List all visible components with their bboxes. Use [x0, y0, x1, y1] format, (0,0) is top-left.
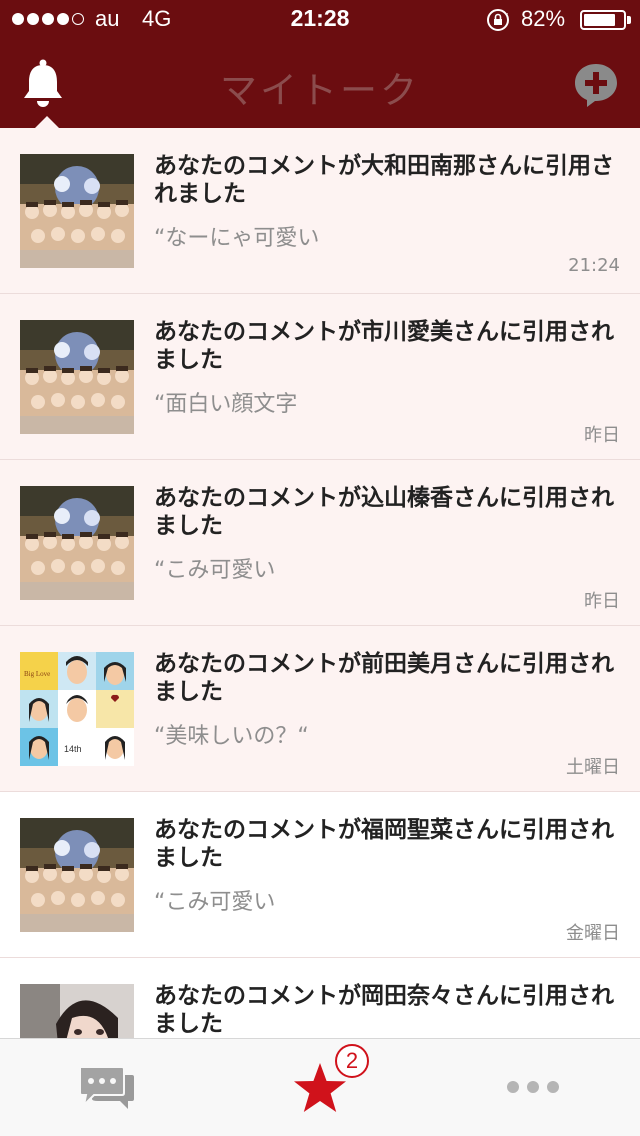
more-dots-icon	[507, 1081, 559, 1093]
notification-time: 金曜日	[566, 923, 620, 944]
notification-title: あなたのコメントが市川愛美さんに引用されました	[154, 319, 614, 373]
notification-row[interactable]: あなたのコメントが岡田奈々さんに引用されました	[0, 958, 640, 1038]
svg-text:14th: 14th	[64, 744, 82, 754]
notification-title: あなたのコメントが福岡聖菜さんに引用されました	[154, 817, 614, 871]
status-bar: au 4G 21:28 82%	[0, 0, 640, 40]
group-photo-thumbnail	[20, 154, 134, 268]
notification-row[interactable]: あなたのコメントが市川愛美さんに引用されました “面白い顔文字 昨日	[0, 294, 640, 460]
tab-more[interactable]	[426, 1039, 639, 1136]
battery-tip	[627, 16, 631, 24]
notification-quote: “美味しいの？“	[154, 724, 309, 749]
notification-badge: 2	[335, 1044, 369, 1078]
tab-chat[interactable]	[0, 1039, 213, 1136]
svg-text:Big Love: Big Love	[24, 670, 50, 678]
rotation-lock-icon	[487, 9, 509, 31]
notification-title: あなたのコメントが大和田南那さんに引用されました	[154, 153, 614, 207]
notification-list[interactable]: あなたのコメントが大和田南那さんに引用されました “なーにゃ可愛い 21:24	[0, 128, 640, 1038]
tab-favorites[interactable]: 2	[213, 1039, 426, 1136]
notification-time: 昨日	[584, 591, 620, 612]
group-photo-thumbnail	[20, 320, 134, 434]
notification-title: あなたのコメントが前田美月さんに引用されました	[154, 651, 614, 705]
chat-bubbles-icon	[79, 1066, 134, 1109]
group-photo-thumbnail	[20, 818, 134, 932]
page-title: マイトーク	[220, 69, 420, 112]
header-bar: au 4G 21:28 82% マイトーク	[0, 0, 640, 128]
selected-pointer	[35, 116, 59, 128]
avatar-collage-thumbnail: 14th Big Love	[20, 652, 134, 766]
notification-time: 土曜日	[566, 757, 620, 778]
notification-quote: “面白い顔文字	[154, 392, 298, 417]
notification-row[interactable]: あなたのコメントが大和田南那さんに引用されました “なーにゃ可愛い 21:24	[0, 128, 640, 294]
notification-quote: “なーにゃ可愛い	[154, 226, 320, 251]
notification-row[interactable]: 14th Big Love あなたのコメントが前田美月さんに引用されました “美…	[0, 626, 640, 792]
notification-quote: “こみ可愛い	[154, 890, 276, 915]
group-photo-thumbnail	[20, 486, 134, 600]
notification-quote: “こみ可愛い	[154, 558, 276, 583]
notification-title: あなたのコメントが込山榛香さんに引用されました	[154, 485, 614, 539]
tab-bar: 2	[0, 1038, 640, 1136]
notification-title: あなたのコメントが岡田奈々さんに引用されました	[154, 983, 614, 1037]
notification-row[interactable]: あなたのコメントが込山榛香さんに引用されました “こみ可愛い 昨日	[0, 460, 640, 626]
battery-percent: 82%	[521, 6, 566, 31]
notification-time: 昨日	[584, 425, 620, 446]
add-comment-icon[interactable]	[572, 61, 620, 109]
battery-icon	[580, 10, 626, 30]
notification-time: 21:24	[568, 255, 620, 276]
notification-row[interactable]: あなたのコメントが福岡聖菜さんに引用されました “こみ可愛い 金曜日	[0, 792, 640, 958]
portrait-thumbnail	[20, 984, 134, 1038]
